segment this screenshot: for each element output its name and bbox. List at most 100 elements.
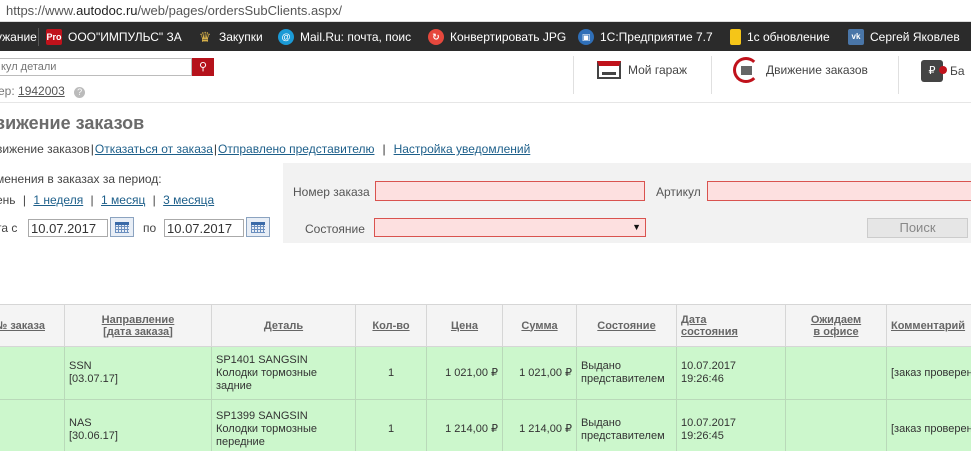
order-date: [03.07.17]: [69, 373, 118, 385]
bookmarks-bar: ужание Pro ООО"ИМПУЛЬС" ЗА ♛ Закупки @ Mail…: [0, 22, 971, 51]
help-icon[interactable]: ?: [74, 87, 86, 98]
bookmark-label: 1с обновление: [747, 30, 830, 44]
cell-state: Выдано представителем: [576, 399, 677, 451]
cell-comment: [заказ проверен]: [886, 346, 971, 400]
cell-sum: 1 214,00 ₽: [502, 399, 577, 451]
url-text[interactable]: https://www.autodoc.ru/web/pages/ordersS…: [6, 3, 342, 18]
search-orders-button[interactable]: Поиск: [867, 218, 968, 238]
state-label: Состояние: [305, 222, 365, 236]
date-from-input[interactable]: [28, 219, 108, 237]
order-number-label: Номер заказа: [293, 185, 370, 199]
cell-part: SP1399 SANGSIN Колодки тормозные передни…: [211, 399, 356, 451]
bookmark-item-1c[interactable]: ▣ 1С:Предприятие 7.7: [578, 28, 713, 46]
order-movement-link[interactable]: Движение заказов: [733, 57, 868, 83]
bookmark-item-0[interactable]: ужание: [0, 28, 37, 46]
order-date: [30.06.17]: [69, 429, 118, 442]
calendar-icon: [251, 222, 265, 233]
column-header-part[interactable]: Деталь: [211, 304, 356, 347]
cell-state: Выдано представителем: [576, 346, 677, 400]
period-month-link[interactable]: 1 месяц: [101, 193, 145, 207]
client-number[interactable]: 1942003: [18, 84, 65, 98]
column-header-sum[interactable]: Сумма: [502, 304, 577, 347]
date-from-calendar-button[interactable]: [110, 217, 134, 237]
column-header-order-no[interactable]: № заказа: [0, 304, 65, 347]
cell-comment: [заказ проверен]: [886, 399, 971, 451]
client-number-line: ер: 1942003 ?: [0, 84, 86, 98]
bookmark-separator: [38, 28, 39, 46]
article-input[interactable]: [707, 181, 971, 201]
filter-panel: Номер заказа Артикул Состояние ▼ Поиск: [283, 163, 971, 243]
cancel-order-link[interactable]: Отказаться от заказа: [95, 142, 213, 156]
date-to-input[interactable]: [164, 219, 244, 237]
link-separator: |: [90, 142, 94, 156]
calendar-icon: [115, 222, 129, 233]
address-bar[interactable]: https://www.autodoc.ru/web/pages/ordersS…: [0, 0, 971, 22]
cell-order-no: [0, 346, 65, 400]
column-header-state[interactable]: Состояние: [576, 304, 677, 347]
client-number-label: ер:: [0, 84, 15, 98]
table-row[interactable]: NAS [30.06.17] SP1399 SANGSIN Колодки тор…: [0, 399, 971, 451]
order-sub-navigation: вижение заказов|Отказаться от заказа|Отп…: [0, 142, 530, 156]
order-movement-icon: [733, 57, 759, 83]
column-header-state-date[interactable]: Дата состояния: [676, 304, 786, 347]
bookmark-item-mailru[interactable]: @ Mail.Ru: почта, поис: [278, 28, 411, 46]
period-3month-link[interactable]: 3 месяца: [163, 193, 214, 207]
direction-code: NAS: [69, 416, 92, 429]
period-day[interactable]: ень: [0, 193, 16, 207]
url-prefix: https://www.: [6, 3, 77, 18]
cell-order-no: [0, 399, 65, 451]
state-time: 19:26:45: [681, 429, 724, 442]
state-date: 10.07.2017: [681, 360, 737, 372]
mail-icon: @: [278, 29, 294, 45]
document-icon: [730, 29, 741, 45]
my-garage-link[interactable]: Мой гараж: [597, 61, 687, 79]
order-movement-label: Движение заказов: [766, 63, 868, 77]
period-week-link[interactable]: 1 неделя: [33, 193, 83, 207]
direction-code: SSN: [69, 360, 92, 372]
orders-table: № заказа Направление [дата заказа] Детал…: [0, 304, 971, 451]
bookmark-item-zakupki[interactable]: ♛ Закупки: [197, 28, 263, 46]
date-to-calendar-button[interactable]: [246, 217, 270, 237]
header-separator: [711, 56, 712, 94]
article-label: Артикул: [656, 185, 701, 199]
table-header-row: № заказа Направление [дата заказа] Детал…: [0, 304, 971, 347]
page-title: вижение заказов: [0, 113, 145, 133]
cell-sum: 1 021,00 ₽: [502, 346, 577, 400]
part-search-input[interactable]: [0, 58, 192, 76]
notification-settings-link[interactable]: Настройка уведомлений: [394, 142, 531, 156]
date-from-label: та с: [0, 221, 18, 235]
my-garage-label: Мой гараж: [628, 63, 688, 77]
bookmark-item-1c-update[interactable]: 1с обновление: [730, 28, 830, 46]
balance-link[interactable]: ₽ Ба: [921, 60, 965, 82]
table-row[interactable]: SSN [03.07.17] SP1401 SANGSIN Колодки тор…: [0, 346, 971, 400]
bookmark-item-convert[interactable]: ↻ Конвертировать JPG: [428, 28, 566, 46]
cell-price: 1 214,00 ₽: [426, 399, 503, 451]
url-host: autodoc.ru: [76, 3, 138, 18]
column-header-price[interactable]: Цена: [426, 304, 503, 347]
column-header-direction[interactable]: Направление [дата заказа]: [64, 304, 212, 347]
state-time: 19:26:46: [681, 373, 724, 385]
bookmark-item-vk[interactable]: vk Сергей Яковлев: [848, 28, 960, 46]
convert-icon: ↻: [428, 29, 444, 45]
1c-icon: ▣: [578, 29, 594, 45]
url-path: /web/pages/ordersSubClients.aspx/: [137, 3, 343, 18]
current-section-label: вижение заказов: [0, 142, 90, 156]
sent-to-representative-link[interactable]: Отправлено представителю: [218, 142, 374, 156]
bookmark-item-impuls[interactable]: Pro ООО"ИМПУЛЬС" ЗА: [46, 28, 182, 46]
order-number-input[interactable]: [375, 181, 645, 201]
column-header-qty[interactable]: Кол-во: [355, 304, 427, 347]
dropdown-arrow-icon: ▼: [632, 222, 641, 232]
bookmark-label: Сергей Яковлев: [870, 30, 960, 44]
link-separator: |: [213, 142, 218, 156]
state-select[interactable]: ▼: [374, 218, 646, 237]
link-separator: |: [152, 193, 156, 207]
search-icon: ⚲: [198, 61, 208, 73]
column-header-comment[interactable]: Комментарий: [886, 304, 971, 347]
column-header-expected[interactable]: Ожидаем в офисе: [785, 304, 887, 347]
balance-icon: ₽: [921, 60, 947, 82]
cell-qty: 1: [355, 346, 427, 400]
search-button[interactable]: ⚲: [192, 58, 214, 76]
link-separator: |: [382, 142, 386, 156]
pro-icon: Pro: [46, 29, 62, 45]
cell-price: 1 021,00 ₽: [426, 346, 503, 400]
